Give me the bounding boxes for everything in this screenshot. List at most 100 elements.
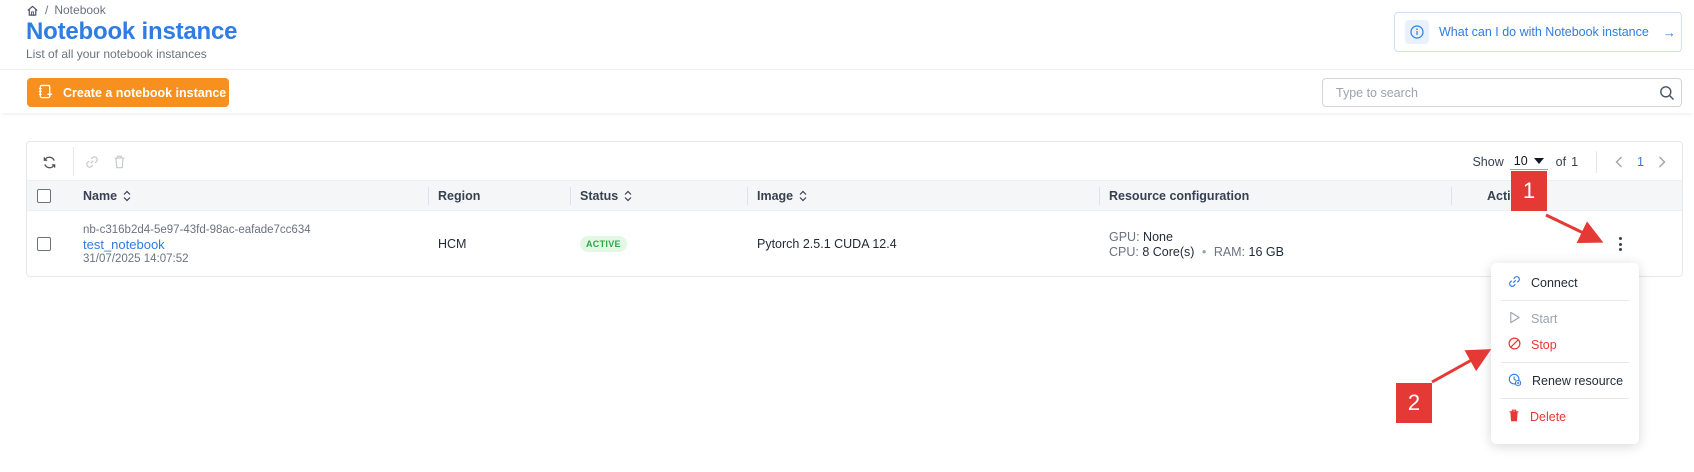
menu-item-label: Stop bbox=[1531, 338, 1557, 352]
page-size-value: 10 bbox=[1513, 154, 1528, 168]
status-cell: ACTIVE bbox=[580, 211, 627, 277]
column-image[interactable]: Image bbox=[757, 181, 807, 211]
notebook-id: nb-c316b2d4-5e97-43fd-98ac-eafade7cc634 bbox=[83, 223, 311, 236]
annotation-marker-2: 2 bbox=[1396, 383, 1432, 423]
column-status-label: Status bbox=[580, 189, 619, 203]
notebook-table: Show 10 of 1 1 Name Region Status Image … bbox=[26, 141, 1683, 277]
total-pages: 1 bbox=[1571, 155, 1579, 169]
breadcrumb: / Notebook bbox=[26, 3, 106, 17]
current-page[interactable]: 1 bbox=[1637, 155, 1644, 169]
menu-item-label: Renew resource bbox=[1532, 374, 1624, 388]
image-cell: Pytorch 2.5.1 CUDA 12.4 bbox=[757, 237, 897, 251]
column-name-label: Name bbox=[83, 189, 118, 203]
gpu-value: None bbox=[1143, 229, 1173, 244]
home-icon[interactable] bbox=[26, 4, 39, 17]
created-time: 31/07/2025 14:07:52 bbox=[83, 252, 189, 265]
trash-icon[interactable] bbox=[110, 153, 128, 171]
column-name[interactable]: Name bbox=[83, 181, 131, 211]
sort-icon[interactable] bbox=[624, 190, 632, 202]
page-title: Notebook instance bbox=[26, 18, 238, 45]
stop-icon bbox=[1508, 337, 1521, 353]
of-label: of bbox=[1555, 155, 1567, 169]
menu-item-connect[interactable]: Connect bbox=[1491, 271, 1639, 295]
table-row[interactable]: nb-c316b2d4-5e97-43fd-98ac-eafade7cc634 … bbox=[27, 211, 1682, 277]
menu-divider bbox=[1501, 362, 1629, 363]
page-toolbar: Create a notebook instance bbox=[0, 71, 1694, 113]
notebook-page: / Notebook Notebook instance List of all… bbox=[0, 0, 1694, 472]
status-badge: ACTIVE bbox=[580, 236, 627, 252]
chevron-right-icon[interactable] bbox=[1652, 156, 1672, 168]
search-box bbox=[1322, 78, 1682, 107]
column-resource: Resource configuration bbox=[1109, 181, 1249, 211]
search-icon[interactable] bbox=[1659, 85, 1675, 106]
menu-divider bbox=[1501, 398, 1629, 399]
gpu-line: GPU: None bbox=[1109, 230, 1173, 244]
menu-item-renew-resource[interactable]: Renew resource bbox=[1491, 369, 1639, 393]
menu-item-start[interactable]: Start bbox=[1491, 307, 1639, 331]
table-toolbar: Show 10 of 1 1 bbox=[27, 142, 1682, 181]
column-divider bbox=[428, 187, 429, 205]
column-region: Region bbox=[438, 181, 480, 211]
cpu-value: 8 Core(s) bbox=[1142, 244, 1195, 259]
menu-item-stop[interactable]: Stop bbox=[1491, 333, 1639, 357]
row-checkbox[interactable] bbox=[37, 237, 51, 251]
info-icon bbox=[1405, 20, 1429, 44]
cpu-ram-line: CPU: 8 Core(s) • RAM: 16 GB bbox=[1109, 245, 1284, 259]
column-divider bbox=[1451, 187, 1452, 205]
create-notebook-button[interactable]: Create a notebook instance bbox=[27, 78, 229, 107]
breadcrumb-separator: / bbox=[45, 3, 49, 17]
toolbar-divider bbox=[73, 147, 74, 175]
help-link[interactable]: What can I do with Notebook instance → bbox=[1394, 12, 1682, 52]
page-size-select[interactable]: 10 bbox=[1509, 154, 1548, 170]
select-all-checkbox[interactable] bbox=[37, 189, 51, 203]
menu-item-label: Connect bbox=[1531, 276, 1578, 290]
menu-item-label: Start bbox=[1531, 312, 1558, 326]
column-divider bbox=[747, 187, 748, 205]
table-header: Name Region Status Image Resource config… bbox=[27, 181, 1682, 211]
menu-item-label: Delete bbox=[1530, 410, 1567, 424]
column-divider bbox=[1099, 187, 1100, 205]
pagination: Show 10 of 1 1 bbox=[1472, 151, 1672, 173]
link-icon[interactable] bbox=[83, 153, 101, 171]
menu-divider bbox=[1501, 300, 1629, 301]
chevron-left-icon[interactable] bbox=[1609, 156, 1629, 168]
separator-dot: • bbox=[1201, 244, 1207, 259]
create-notebook-label: Create a notebook instance bbox=[63, 85, 227, 100]
column-divider bbox=[570, 187, 571, 205]
cpu-label: CPU: bbox=[1109, 244, 1139, 259]
column-status[interactable]: Status bbox=[580, 181, 632, 211]
column-resource-label: Resource configuration bbox=[1109, 189, 1250, 203]
select-all-cell bbox=[37, 181, 51, 211]
region-cell: HCM bbox=[438, 237, 467, 251]
sort-icon[interactable] bbox=[799, 190, 807, 202]
sort-icon[interactable] bbox=[123, 190, 131, 202]
renew-icon bbox=[1508, 373, 1522, 390]
column-region-label: Region bbox=[438, 189, 481, 203]
notebook-name-link[interactable]: test_notebook bbox=[83, 237, 165, 252]
kebab-icon[interactable] bbox=[1615, 235, 1625, 253]
refresh-icon[interactable] bbox=[40, 153, 58, 171]
notebook-icon bbox=[38, 84, 53, 102]
search-input[interactable] bbox=[1323, 79, 1643, 106]
ram-label: RAM: bbox=[1213, 244, 1246, 259]
breadcrumb-current[interactable]: Notebook bbox=[54, 3, 105, 17]
trash-icon bbox=[1508, 409, 1520, 425]
link-icon bbox=[1508, 275, 1521, 291]
help-link-label: What can I do with Notebook instance bbox=[1439, 25, 1649, 39]
play-icon bbox=[1508, 311, 1521, 327]
page-header: / Notebook Notebook instance List of all… bbox=[0, 0, 1694, 70]
annotation-marker-1: 1 bbox=[1511, 171, 1547, 211]
gpu-label: GPU: bbox=[1109, 229, 1140, 244]
ram-value: 16 GB bbox=[1248, 244, 1284, 259]
caret-down-icon bbox=[1533, 158, 1544, 164]
resource-cell: GPU: None CPU: 8 Core(s) • RAM: 16 GB bbox=[1109, 211, 1284, 277]
show-label: Show bbox=[1472, 155, 1504, 169]
name-cell: nb-c316b2d4-5e97-43fd-98ac-eafade7cc634 … bbox=[83, 211, 311, 277]
arrow-right-icon: → bbox=[1662, 24, 1676, 40]
column-image-label: Image bbox=[757, 189, 794, 203]
page-subtitle: List of all your notebook instances bbox=[26, 47, 207, 61]
menu-item-delete[interactable]: Delete bbox=[1491, 405, 1639, 429]
action-menu: Connect Start Stop Renew resource Delete bbox=[1491, 263, 1639, 444]
pager-divider bbox=[1596, 151, 1598, 173]
row-select-cell bbox=[37, 211, 51, 277]
